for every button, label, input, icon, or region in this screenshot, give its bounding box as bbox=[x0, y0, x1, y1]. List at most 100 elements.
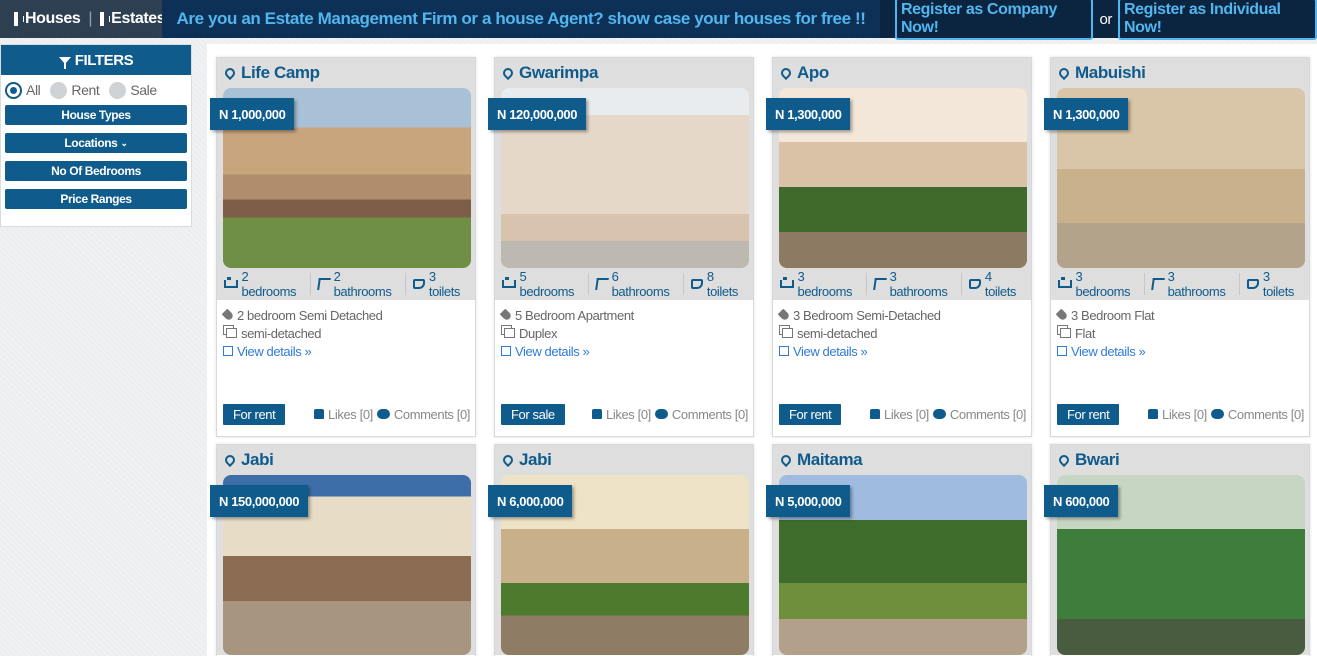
photo-wrap: N 1,300,000 bbox=[766, 88, 1031, 268]
view-details-link[interactable]: View details » bbox=[1057, 342, 1303, 360]
comments-count[interactable]: Comments [0] bbox=[394, 407, 471, 422]
external-link-icon bbox=[501, 346, 511, 356]
title-text: 3 Bedroom Flat bbox=[1071, 307, 1155, 323]
listing-status-button[interactable]: For sale bbox=[501, 403, 565, 425]
locations-button[interactable]: Locations ⌄ bbox=[5, 133, 187, 153]
price-badge: N 1,300,000 bbox=[766, 98, 851, 130]
comments-icon[interactable] bbox=[654, 409, 668, 419]
type-text: Flat bbox=[1075, 325, 1096, 341]
likes-count[interactable]: Likes [0] bbox=[1162, 407, 1207, 422]
houses-link[interactable]: Houses bbox=[25, 10, 81, 28]
listing-status-button[interactable]: For rent bbox=[223, 403, 286, 425]
likes-count[interactable]: Likes [0] bbox=[328, 407, 373, 422]
listing-location[interactable]: Gwarimpa bbox=[495, 58, 753, 88]
location-label: Gwarimpa bbox=[519, 63, 598, 82]
card-header: Gwarimpa N 120,000,000 5 bedrooms 6 bath… bbox=[488, 58, 753, 300]
comments-icon[interactable] bbox=[932, 409, 946, 419]
toilets-spec: 8 toilets bbox=[684, 269, 753, 299]
house-types-button[interactable]: House Types bbox=[5, 105, 187, 125]
likes-count[interactable]: Likes [0] bbox=[884, 407, 929, 422]
social-actions: Likes [0] Comments [0] bbox=[1148, 407, 1304, 422]
comments-icon[interactable] bbox=[1210, 409, 1224, 419]
listing-location[interactable]: Jabi bbox=[217, 445, 475, 475]
listing-location[interactable]: Maitama bbox=[773, 445, 1031, 475]
card-header: Jabi N 6,000,000 bbox=[488, 445, 753, 655]
thumbs-up-icon[interactable] bbox=[314, 409, 325, 419]
register-individual-button[interactable]: Register as Individual Now! bbox=[1118, 0, 1317, 40]
location-label: Maitama bbox=[797, 450, 863, 469]
title-text: 3 Bedroom Semi-Detached bbox=[793, 307, 941, 323]
radio-button[interactable] bbox=[109, 81, 127, 99]
listing-card[interactable]: Bwari N 600,000 bbox=[1044, 444, 1310, 656]
price-badge: N 600,000 bbox=[1044, 485, 1119, 517]
social-actions: Likes [0] Comments [0] bbox=[314, 407, 470, 422]
radio-button[interactable] bbox=[50, 81, 68, 99]
card-footer: For sale Likes [0] Comments [0] bbox=[495, 398, 753, 430]
listing-location[interactable]: Jabi bbox=[495, 445, 753, 475]
listing-location[interactable]: Bwari bbox=[1051, 445, 1309, 475]
register-company-button[interactable]: Register as Company Now! bbox=[895, 0, 1094, 40]
photo-wrap: N 5,000,000 bbox=[766, 475, 1031, 655]
comments-count[interactable]: Comments [0] bbox=[1228, 407, 1305, 422]
listing-card[interactable]: Maitama N 5,000,000 bbox=[766, 444, 1032, 656]
location-label: Life Camp bbox=[241, 63, 320, 82]
toilets-count: 4 toilets bbox=[984, 269, 1017, 299]
radio-sale[interactable]: Sale bbox=[109, 81, 157, 99]
comments-icon[interactable] bbox=[376, 409, 390, 419]
thumbs-up-icon[interactable] bbox=[870, 409, 881, 419]
toilets-count: 3 toilets bbox=[428, 269, 461, 299]
radio-all[interactable]: All bbox=[5, 81, 41, 99]
view-details-link[interactable]: View details » bbox=[501, 342, 747, 360]
bathrooms-count: 3 bathrooms bbox=[889, 269, 948, 299]
title-text: 2 bedroom Semi Detached bbox=[237, 307, 383, 323]
building-icon bbox=[14, 12, 24, 26]
view-details-link[interactable]: View details » bbox=[779, 342, 1025, 360]
view-details-text: View details » bbox=[1071, 343, 1146, 359]
listing-location[interactable]: Life Camp bbox=[217, 58, 475, 88]
social-actions: Likes [0] Comments [0] bbox=[870, 407, 1026, 422]
listing-title: 5 Bedroom Apartment bbox=[499, 306, 747, 324]
listing-status-button[interactable]: For rent bbox=[1057, 403, 1120, 425]
bed-icon bbox=[224, 277, 238, 288]
location-label: Apo bbox=[797, 63, 829, 82]
listing-title: 3 Bedroom Flat bbox=[1055, 306, 1303, 324]
price-ranges-button[interactable]: Price Ranges bbox=[5, 189, 187, 209]
estates-link[interactable]: Estates bbox=[111, 10, 166, 28]
external-link-icon bbox=[779, 346, 789, 356]
radio-button[interactable] bbox=[5, 81, 22, 99]
thumbs-up-icon[interactable] bbox=[592, 409, 603, 419]
listing-card[interactable]: Life Camp N 1,000,000 2 bedrooms 2 bathr… bbox=[210, 57, 476, 437]
listing-specs: 3 bedrooms 3 bathrooms 4 toilets bbox=[773, 268, 1031, 300]
clone-icon bbox=[504, 328, 515, 338]
listing-type: semi-detached bbox=[223, 324, 469, 342]
listing-type-radios: All Rent Sale bbox=[1, 75, 191, 105]
listing-location[interactable]: Apo bbox=[773, 58, 1031, 88]
clone-icon bbox=[1060, 328, 1071, 338]
comments-count[interactable]: Comments [0] bbox=[950, 407, 1027, 422]
view-details-text: View details » bbox=[237, 343, 312, 359]
listing-location[interactable]: Mabuishi bbox=[1051, 58, 1309, 88]
bath-icon bbox=[1151, 278, 1165, 290]
likes-count[interactable]: Likes [0] bbox=[606, 407, 651, 422]
bedrooms-button[interactable]: No Of Bedrooms bbox=[5, 161, 187, 181]
radio-label: Rent bbox=[71, 82, 100, 98]
listing-specs: 2 bedrooms 2 bathrooms 3 toilets bbox=[217, 268, 475, 300]
clone-icon bbox=[226, 328, 237, 338]
toilet-icon bbox=[969, 279, 981, 289]
listing-card[interactable]: Jabi N 150,000,000 bbox=[210, 444, 476, 656]
thumbs-up-icon[interactable] bbox=[1148, 409, 1159, 419]
listing-title: 2 bedroom Semi Detached bbox=[221, 306, 469, 324]
listing-card[interactable]: Apo N 1,300,000 3 bedrooms 3 bathrooms 4… bbox=[766, 57, 1032, 437]
photo-wrap: N 120,000,000 bbox=[488, 88, 753, 268]
card-footer: For rent Likes [0] Comments [0] bbox=[1051, 398, 1309, 430]
listing-card[interactable]: Mabuishi N 1,300,000 3 bedrooms 3 bathro… bbox=[1044, 57, 1310, 437]
card-header: Apo N 1,300,000 3 bedrooms 3 bathrooms 4… bbox=[766, 58, 1031, 300]
card-header: Mabuishi N 1,300,000 3 bedrooms 3 bathro… bbox=[1044, 58, 1309, 300]
listing-card[interactable]: Jabi N 6,000,000 bbox=[488, 444, 754, 656]
map-pin-icon bbox=[222, 65, 238, 81]
comments-count[interactable]: Comments [0] bbox=[672, 407, 749, 422]
listing-card[interactable]: Gwarimpa N 120,000,000 5 bedrooms 6 bath… bbox=[488, 57, 754, 437]
view-details-link[interactable]: View details » bbox=[223, 342, 469, 360]
listing-status-button[interactable]: For rent bbox=[779, 403, 842, 425]
radio-rent[interactable]: Rent bbox=[50, 81, 100, 99]
